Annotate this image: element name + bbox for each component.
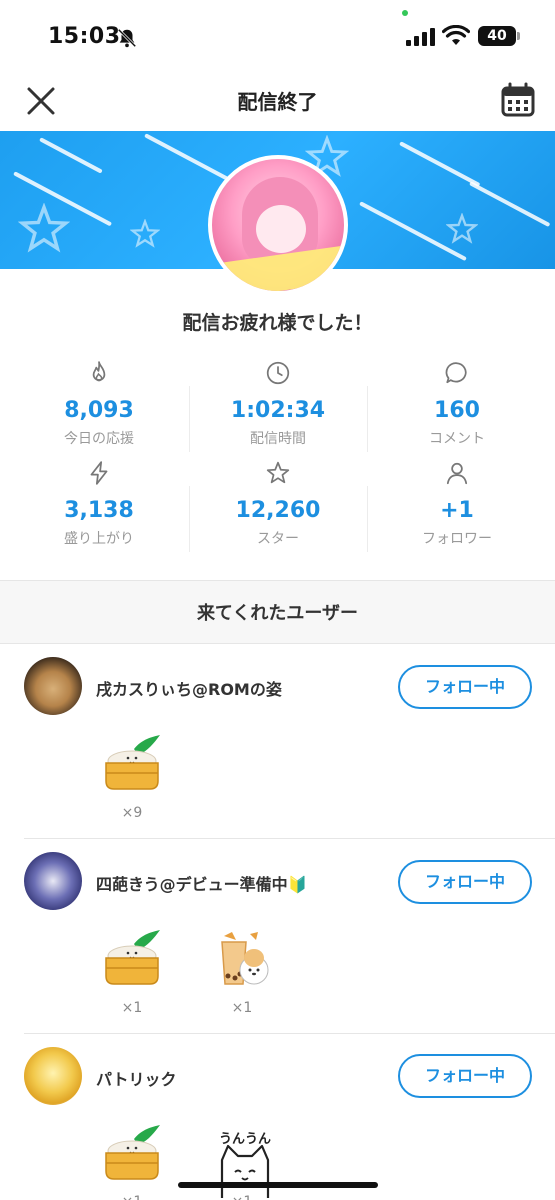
stat-comments: 160 コメント <box>368 356 546 452</box>
header: 配信終了 <box>0 72 555 130</box>
star-icon <box>266 461 290 484</box>
star-decoration-icon <box>130 219 160 248</box>
dumpling-basket-icon <box>105 930 160 985</box>
person-icon <box>446 462 468 485</box>
stat-value: 1:02:34 <box>230 398 326 423</box>
gift-count: ×1 <box>210 1194 274 1200</box>
bell-off-icon <box>117 28 137 48</box>
user-name[interactable]: 四葩きう@デビュー準備中🔰 <box>96 871 308 895</box>
stat-duration: 1:02:34 配信時間 <box>189 356 367 452</box>
user-avatar[interactable] <box>24 1047 82 1105</box>
user-row: 戌カスりぃち@ROMの姿 フォロー中 ×9 <box>0 645 555 840</box>
stat-value: 12,260 <box>235 498 321 523</box>
comment-icon <box>445 362 467 384</box>
stat-stars: 12,260 スター <box>189 456 367 552</box>
calendar-icon[interactable] <box>500 82 536 118</box>
stats-grid: 8,093 今日の応援 1:02:34 配信時間 160 コメント 3,138 … <box>8 350 547 555</box>
following-button[interactable]: フォロー中 <box>398 1054 532 1098</box>
following-button[interactable]: フォロー中 <box>398 860 532 904</box>
cellular-signal-icon <box>406 28 435 46</box>
dumpling-basket-icon <box>105 735 160 790</box>
user-name[interactable]: パトリック <box>96 1066 176 1090</box>
banner-streak <box>399 141 481 188</box>
following-button[interactable]: フォロー中 <box>398 665 532 709</box>
battery-indicator: 40 <box>478 26 520 46</box>
user-name[interactable]: 戌カスりぃち@ROMの姿 <box>96 676 282 700</box>
gift-count: ×9 <box>121 805 143 821</box>
page-title: 配信終了 <box>237 90 318 114</box>
stat-support: 8,093 今日の応援 <box>10 356 188 452</box>
stat-followers: +1 フォロワー <box>368 456 546 552</box>
privacy-indicator <box>402 10 408 16</box>
user-avatar[interactable] <box>24 657 82 715</box>
divider <box>24 838 555 839</box>
streamer-avatar <box>208 155 348 295</box>
status-bar: 15:03 40 <box>0 0 555 72</box>
stat-label: フォロワー <box>422 531 492 547</box>
star-decoration-icon <box>446 213 478 244</box>
bubble-tea-icon <box>221 932 269 985</box>
stat-label: スター <box>257 531 299 547</box>
cat-sticker-icon <box>220 1144 270 1198</box>
stat-label: 今日の応援 <box>64 431 134 447</box>
banner-streak <box>39 137 103 174</box>
lightning-icon <box>90 461 108 485</box>
screen: 15:03 40 配信終了 配信お疲れ様でした！ 8,093 今日の応援 1:0… <box>0 0 555 1200</box>
gift-count: ×1 <box>100 1194 164 1200</box>
stat-label: コメント <box>429 431 485 447</box>
stat-value: +1 <box>440 498 474 523</box>
banner-streak <box>144 133 230 182</box>
wifi-icon <box>442 25 470 45</box>
banner-streak <box>469 181 551 228</box>
dumpling-basket-icon <box>105 1125 160 1180</box>
stat-label: 配信時間 <box>250 431 306 447</box>
thanks-message: 配信お疲れ様でした！ <box>182 312 373 334</box>
star-decoration-icon <box>18 203 70 253</box>
gift-count: ×1 <box>121 1000 143 1016</box>
user-avatar[interactable] <box>24 852 82 910</box>
divider <box>24 1033 555 1034</box>
gift-count: ×1 <box>231 1000 253 1016</box>
stat-value: 160 <box>434 398 480 423</box>
section-title: 来てくれたユーザー <box>196 603 359 624</box>
stat-excitement: 3,138 盛り上がり <box>10 456 188 552</box>
user-row: 四葩きう@デビュー準備中🔰 フォロー中 ×1 ×1 <box>0 840 555 1035</box>
stat-value: 8,093 <box>64 398 134 423</box>
section-header: 来てくれたユーザー <box>0 580 555 644</box>
status-time: 15:03 <box>48 24 121 49</box>
home-indicator[interactable] <box>178 1182 378 1188</box>
stat-label: 盛り上がり <box>64 531 134 547</box>
stat-value: 3,138 <box>64 498 134 523</box>
clock-icon <box>266 361 290 385</box>
flame-icon <box>92 361 106 382</box>
